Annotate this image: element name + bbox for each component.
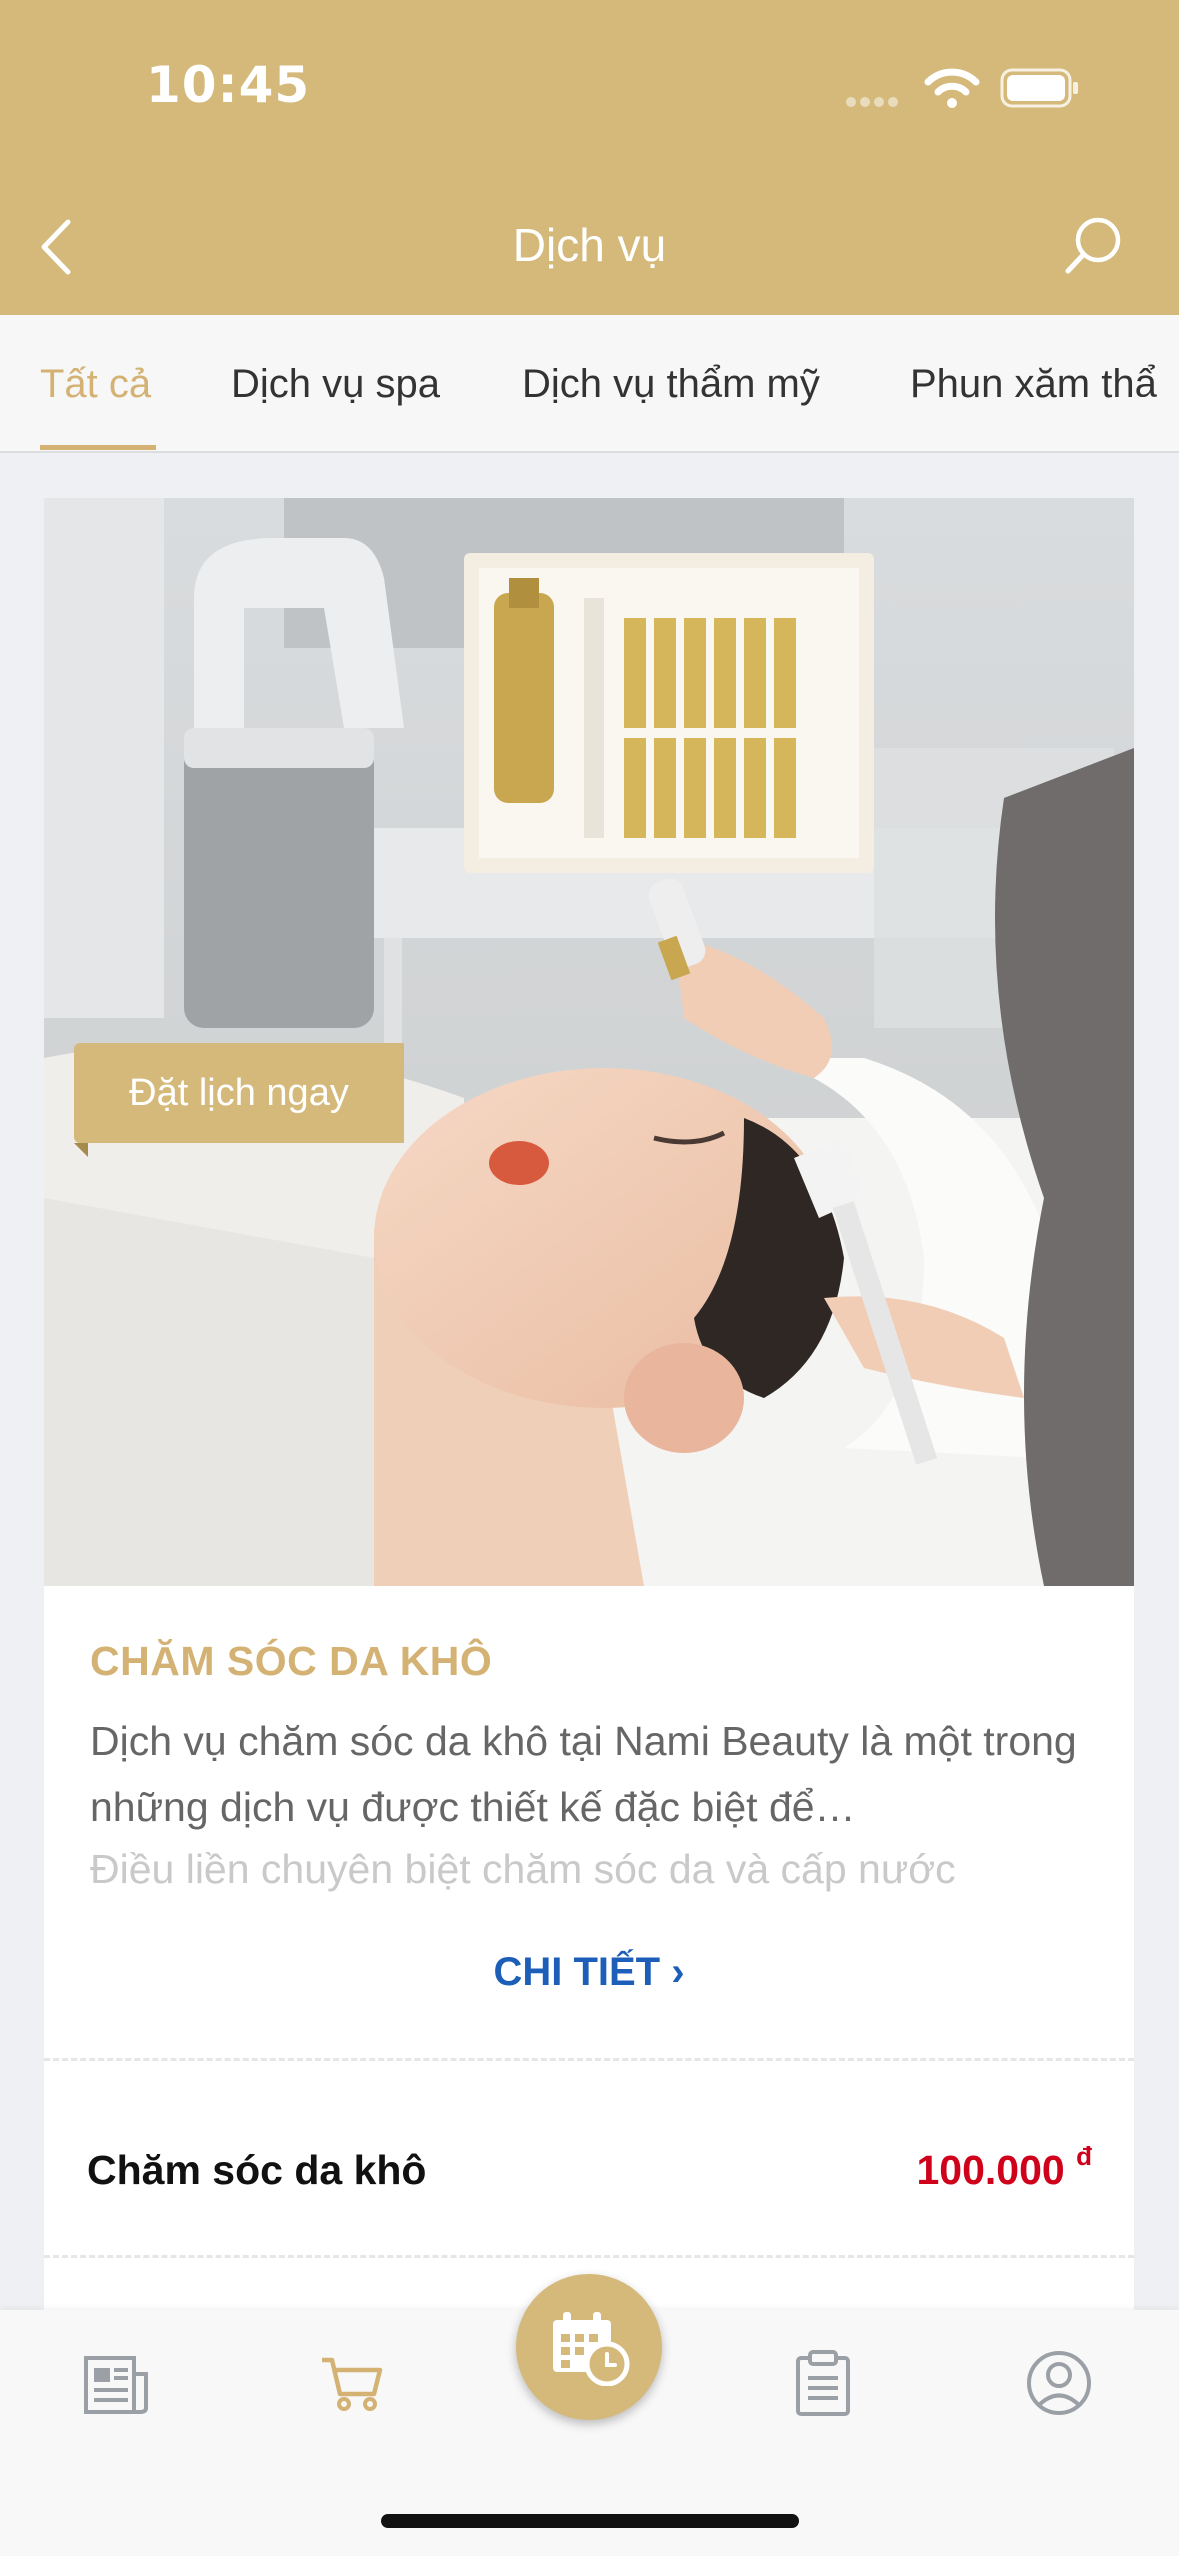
clipboard-icon[interactable] xyxy=(788,2348,858,2418)
booking-center-button[interactable] xyxy=(516,2274,662,2420)
service-photo xyxy=(44,498,1134,1586)
battery-icon xyxy=(1000,68,1078,108)
tab-spa-services[interactable]: Dịch vụ spa xyxy=(231,362,440,407)
book-now-button[interactable]: Đặt lịch ngay xyxy=(74,1043,404,1143)
price-item-name: Chăm sóc da khô xyxy=(87,2147,427,2193)
price-value: 100.000 đ xyxy=(916,2141,1092,2193)
card-divider xyxy=(44,2255,1134,2258)
service-description: Dịch vụ chăm sóc da khô tại Nami Beauty … xyxy=(90,1718,1077,1830)
service-title: CHĂM SÓC DA KHÔ xyxy=(90,1638,493,1684)
app-header: 10:45 Dịch vụ xyxy=(0,0,1179,315)
detail-link[interactable]: CHI TIẾT › xyxy=(44,1950,1134,1995)
tab-cosmetic-services[interactable]: Dịch vụ thẩm mỹ xyxy=(522,362,820,407)
tab-active-indicator xyxy=(40,445,156,450)
tab-tattoo[interactable]: Phun xăm thẩ xyxy=(910,362,1157,407)
service-description-faded: Điều liền chuyên biệt chăm sóc da và cấp… xyxy=(90,1846,956,1892)
home-indicator xyxy=(381,2514,799,2528)
profile-icon[interactable] xyxy=(1024,2348,1094,2418)
calendar-clock-icon xyxy=(553,2312,630,2386)
category-tabs: Tất cả Dịch vụ spa Dịch vụ thẩm mỹ Phun … xyxy=(0,315,1179,453)
currency-symbol: đ xyxy=(1076,2141,1092,2171)
cart-icon[interactable] xyxy=(318,2348,388,2418)
status-time: 10:45 xyxy=(146,56,311,114)
search-icon[interactable] xyxy=(1062,214,1126,278)
tab-all[interactable]: Tất cả xyxy=(40,362,151,407)
service-card[interactable]: Đặt lịch ngay CHĂM SÓC DA KHÔ Dịch vụ ch… xyxy=(44,498,1134,2318)
card-divider xyxy=(44,2058,1134,2061)
wifi-icon xyxy=(924,68,980,108)
news-icon[interactable] xyxy=(82,2348,152,2418)
page-title: Dịch vụ xyxy=(512,219,667,271)
signal-icon xyxy=(846,97,898,107)
